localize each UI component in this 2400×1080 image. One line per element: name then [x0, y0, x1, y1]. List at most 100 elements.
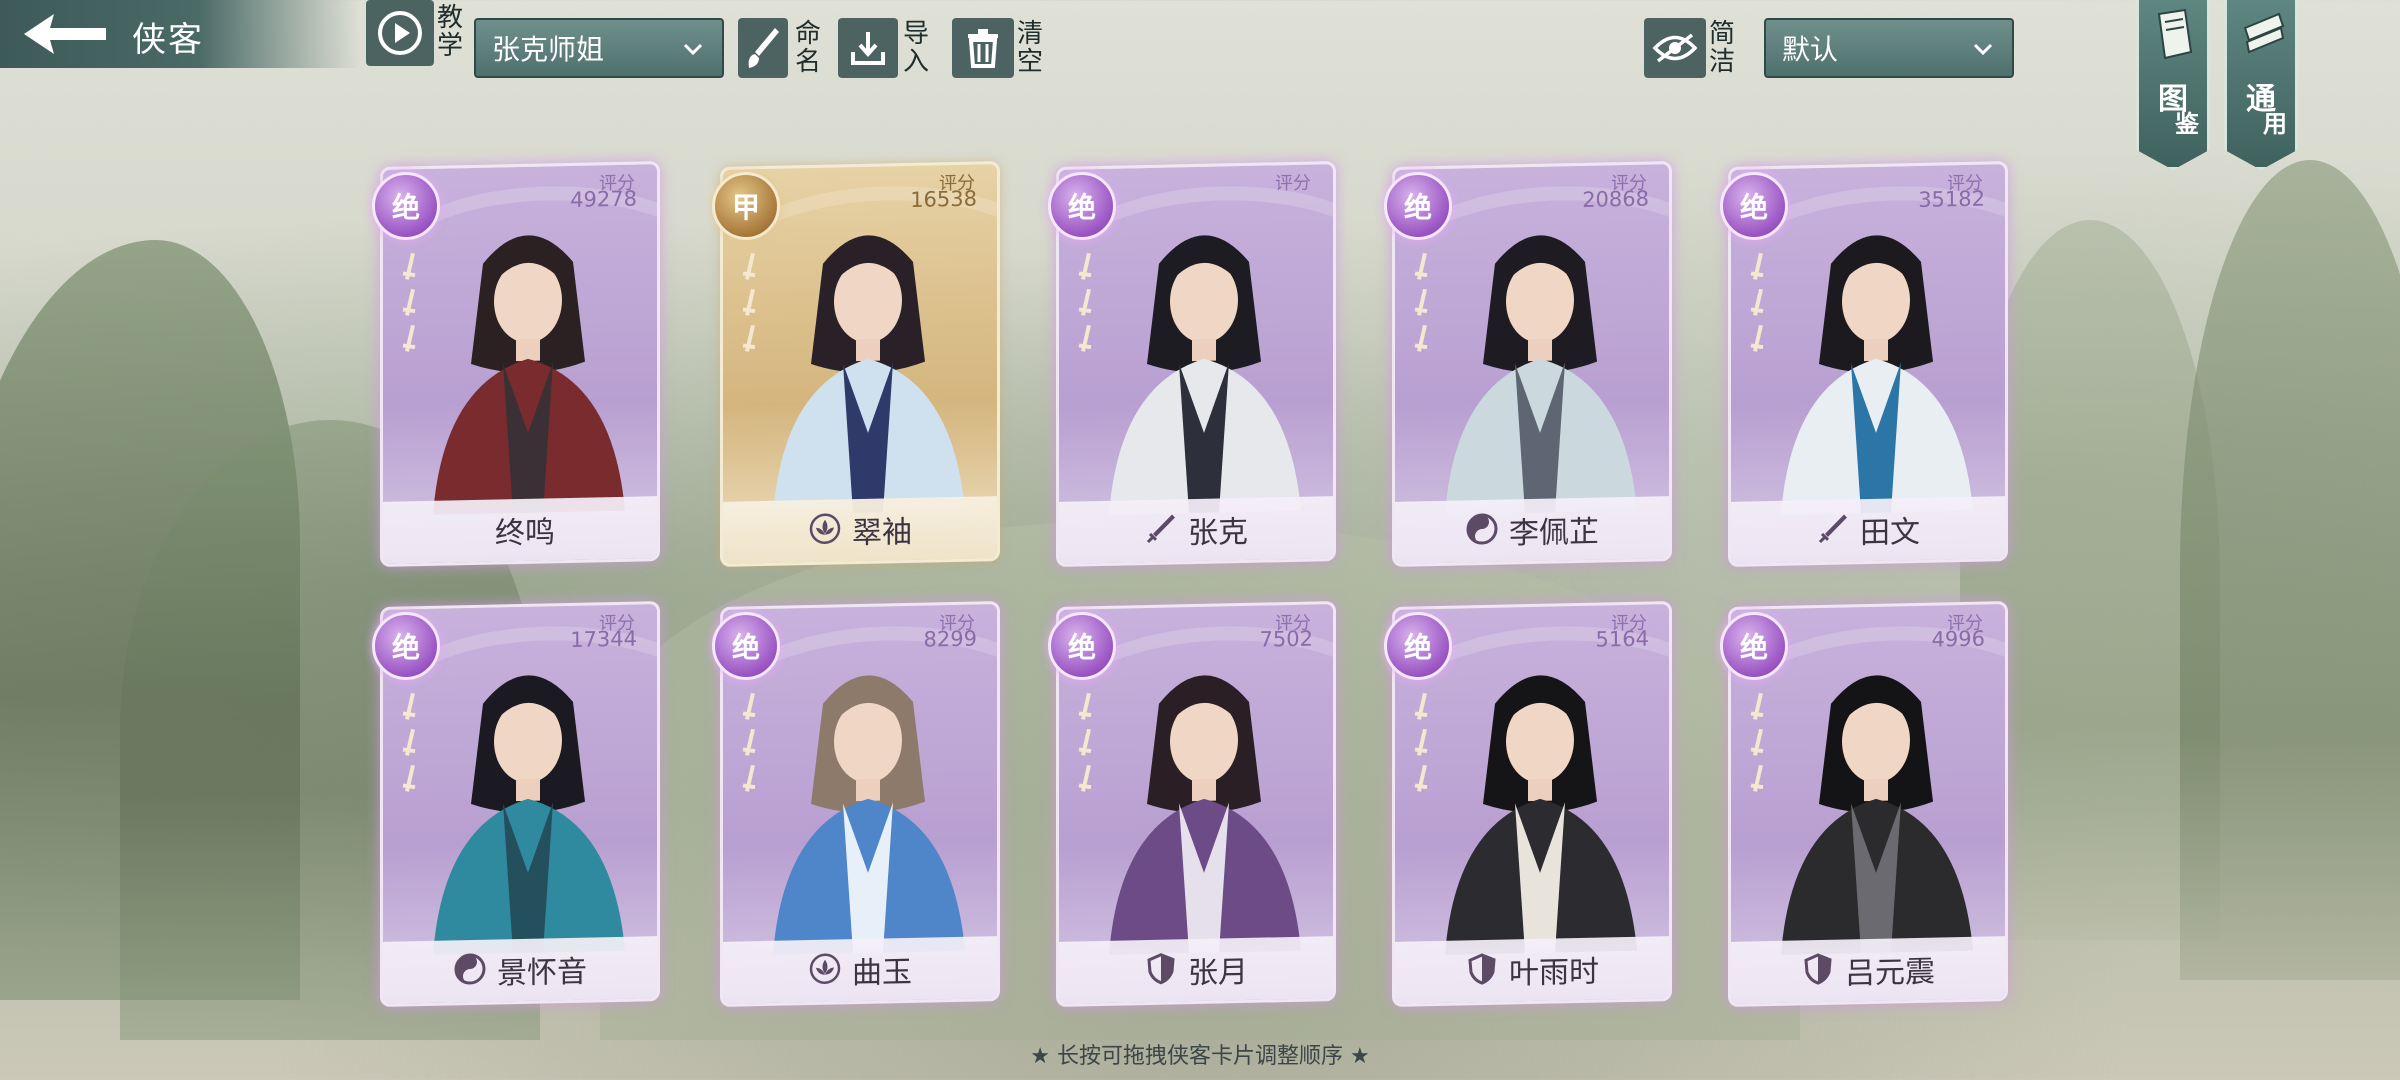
concise-label: 简洁 — [1708, 19, 1735, 77]
brush-icon — [748, 28, 779, 68]
score-value: 4996 — [1931, 626, 1985, 652]
tab-general-label-bottom: 用 — [2263, 109, 2287, 138]
score-value: 7502 — [1259, 626, 1313, 652]
name-bar: 景怀音 — [383, 936, 657, 1004]
scroll-icon — [2243, 12, 2285, 54]
name-bar: 李佩芷 — [1395, 496, 1669, 564]
hero-name: 张月 — [1188, 954, 1248, 992]
import-label: 导入 — [902, 19, 929, 77]
rarity-badge: 绝 — [1720, 612, 1788, 680]
name-bar: 张月 — [1059, 936, 1333, 1004]
name-bar: 翠袖 — [723, 496, 997, 564]
name-bar: 吕元震 — [1731, 936, 2005, 1004]
star-rank-icon — [742, 692, 756, 792]
book-icon — [2157, 8, 2193, 60]
rarity-badge: 绝 — [1048, 172, 1116, 240]
concise-toggle[interactable] — [1644, 18, 1706, 78]
rarity-badge: 绝 — [1384, 612, 1452, 680]
name-bar: 张克 — [1059, 496, 1333, 564]
name-bar: 终鸣 — [383, 496, 657, 564]
name-bar: 曲玉 — [723, 936, 997, 1004]
hero-card[interactable]: 评分 5164 叶雨时绝 — [1384, 601, 1672, 1007]
score-value: 35182 — [1918, 186, 1985, 212]
tutorial-button[interactable] — [366, 0, 434, 66]
sword-icon — [1816, 511, 1850, 550]
star-rank-icon — [1750, 692, 1764, 792]
hero-name: 田文 — [1860, 514, 1920, 552]
hero-card[interactable]: 评分 7502 张月绝 — [1048, 601, 1336, 1007]
hero-card[interactable]: 评分 4996 吕元震绝 — [1720, 601, 2008, 1007]
hero-portrait — [433, 675, 625, 955]
hero-card[interactable]: 评分 20868 李佩芷绝 — [1384, 161, 1672, 567]
hero-card[interactable]: 评分 16538 翠袖甲 — [712, 161, 1000, 567]
import-button[interactable] — [838, 18, 898, 78]
hero-portrait — [1445, 675, 1637, 955]
hero-portrait — [1781, 235, 1973, 515]
rarity-badge: 甲 — [712, 172, 780, 240]
play-icon — [378, 11, 422, 55]
tab-codex[interactable]: 图 鉴 — [2136, 0, 2210, 170]
hero-portrait — [1109, 235, 1301, 515]
rarity-badge: 绝 — [1384, 172, 1452, 240]
hero-name: 曲玉 — [852, 954, 912, 992]
star-rank-icon — [402, 692, 416, 792]
hero-portrait — [773, 235, 965, 515]
star-rank-icon — [1078, 252, 1092, 352]
star-rank-icon — [402, 252, 416, 352]
hero-name: 叶雨时 — [1509, 954, 1599, 992]
clear-label: 清空 — [1016, 19, 1043, 77]
star-rank-icon — [1078, 692, 1092, 792]
import-icon — [851, 32, 885, 65]
hero-portrait — [773, 675, 965, 955]
hero-card[interactable]: 评分 17344 景怀音绝 — [372, 601, 660, 1007]
score-value: 49278 — [570, 186, 637, 212]
team-select-value: 张克师姐 — [492, 33, 605, 66]
tab-general[interactable]: 通 用 — [2224, 0, 2298, 170]
sword-icon — [1144, 511, 1178, 550]
rarity-badge: 绝 — [372, 612, 440, 680]
clear-button[interactable] — [952, 18, 1014, 78]
hero-name: 李佩芷 — [1509, 514, 1599, 552]
hero-card[interactable]: 评分 8299 曲玉绝 — [712, 601, 1000, 1007]
taiji-icon — [1465, 512, 1499, 551]
score-value: 8299 — [923, 626, 977, 652]
taiji-icon — [453, 952, 487, 991]
hero-portrait — [1781, 675, 1973, 955]
rename-label: 命名 — [794, 19, 821, 77]
chevron-down-icon — [683, 43, 703, 56]
hero-portrait — [1445, 235, 1637, 515]
lotus-icon — [808, 511, 842, 550]
team-select[interactable]: 张克师姐 — [474, 18, 724, 78]
hero-portrait — [433, 235, 625, 515]
star-rank-icon — [742, 252, 756, 352]
hero-portrait — [1109, 675, 1301, 955]
hero-name: 吕元震 — [1845, 954, 1935, 992]
name-bar: 田文 — [1731, 496, 2005, 564]
star-rank-icon — [1414, 692, 1428, 792]
hero-card[interactable]: 评分 49278 终鸣绝 — [372, 161, 660, 567]
score-value: 5164 — [1595, 626, 1649, 652]
lotus-icon — [808, 951, 842, 990]
top-bar: 侠客 教学 张克师姐 命名 导入 清空 简洁 默认 图 鉴 通 用 — [0, 0, 2400, 170]
rename-button[interactable] — [738, 18, 788, 78]
background-mountain-right-2 — [2180, 160, 2400, 980]
shield-icon — [1465, 952, 1499, 991]
tab-codex-label-bottom: 鉴 — [2175, 109, 2199, 138]
eye-hidden-icon — [1652, 33, 1698, 63]
trash-icon — [968, 29, 998, 68]
hero-card[interactable]: 评分张克 绝 — [1048, 161, 1336, 567]
rarity-badge: 绝 — [1048, 612, 1116, 680]
score-label: 评分 — [1275, 172, 1311, 195]
shield-icon — [1144, 951, 1178, 990]
score-value: 16538 — [910, 186, 977, 212]
back-arrow-icon — [24, 14, 106, 54]
tutorial-label: 教学 — [436, 3, 463, 61]
drag-hint: ★ 长按可拖拽侠客卡片调整顺序 ★ — [1030, 1044, 1370, 1069]
sort-select[interactable]: 默认 — [1764, 18, 2014, 78]
hero-card[interactable]: 评分 35182 田文绝 — [1720, 161, 2008, 567]
score-value: 20868 — [1582, 186, 1649, 212]
back-button[interactable]: 侠客 — [0, 0, 360, 68]
score-value: 17344 — [570, 626, 637, 652]
hero-name: 翠袖 — [852, 514, 912, 552]
shield-icon — [1801, 952, 1835, 991]
